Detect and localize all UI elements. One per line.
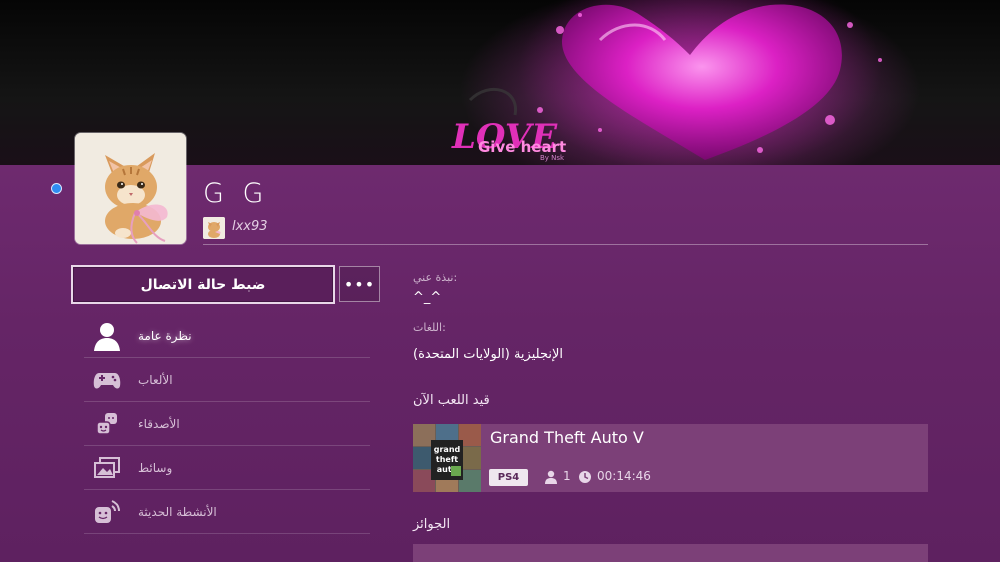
svg-text:grand: grand xyxy=(434,445,461,454)
trophies-card[interactable] xyxy=(413,544,928,562)
about-me-label: نبذة عني: xyxy=(413,271,458,284)
game-thumbnail: grand theft auto xyxy=(413,424,481,492)
nav-item-media[interactable]: وسائط xyxy=(84,446,370,490)
trophies-title: الجوائز xyxy=(413,517,451,532)
friends-icon xyxy=(92,409,122,439)
play-time: 00:14:46 xyxy=(597,469,651,483)
languages-label: اللغات: xyxy=(413,321,446,334)
online-name: G G xyxy=(203,178,269,209)
profile-nav: نظرة عامة الألعاب الأصدقاء وسائط الأنشطة… xyxy=(84,314,370,534)
banner-credit-text: By Nsk xyxy=(540,154,565,162)
svg-text:theft: theft xyxy=(436,455,458,464)
set-online-status-button[interactable]: ضبط حالة الاتصال xyxy=(71,265,335,304)
kitten-avatar-image xyxy=(75,133,186,244)
platform-badge: PS4 xyxy=(489,469,528,486)
nav-item-overview[interactable]: نظرة عامة xyxy=(84,314,370,358)
clock-icon xyxy=(579,471,591,483)
media-icon xyxy=(92,453,122,483)
game-title: Grand Theft Auto V xyxy=(490,428,644,447)
more-options-button[interactable]: ••• xyxy=(339,266,380,302)
nav-label-overview: نظرة عامة xyxy=(138,328,192,343)
nav-label-media: وسائط xyxy=(138,460,173,475)
nav-item-recent-activity[interactable]: الأنشطة الحديثة xyxy=(84,490,370,534)
nav-item-games[interactable]: الألعاب xyxy=(84,358,370,402)
now-playing-title: قيد اللعب الآن xyxy=(413,393,490,408)
about-me-value: ^_^ xyxy=(413,290,442,305)
languages-value: الإنجليزية (الولايات المتحدة) xyxy=(413,347,563,362)
now-playing-game-card[interactable]: grand theft auto Grand Theft Auto V PS4 … xyxy=(413,424,928,492)
nav-label-games: الألعاب xyxy=(138,372,173,387)
nav-item-friends[interactable]: الأصدقاء xyxy=(84,402,370,446)
online-status-indicator xyxy=(51,183,62,194)
avatar[interactable] xyxy=(75,133,186,244)
mini-avatar xyxy=(203,217,225,239)
player-icon xyxy=(545,470,557,484)
gamepad-icon xyxy=(92,365,122,395)
nav-label-recent-activity: الأنشطة الحديثة xyxy=(138,504,217,519)
person-icon xyxy=(92,321,122,351)
mini-kitten-image xyxy=(203,217,225,239)
activity-icon xyxy=(92,497,122,527)
header-divider xyxy=(203,244,928,245)
nav-label-friends: الأصدقاء xyxy=(138,416,180,431)
psn-id: lxx93 xyxy=(232,219,268,234)
player-count: 1 xyxy=(563,469,571,483)
